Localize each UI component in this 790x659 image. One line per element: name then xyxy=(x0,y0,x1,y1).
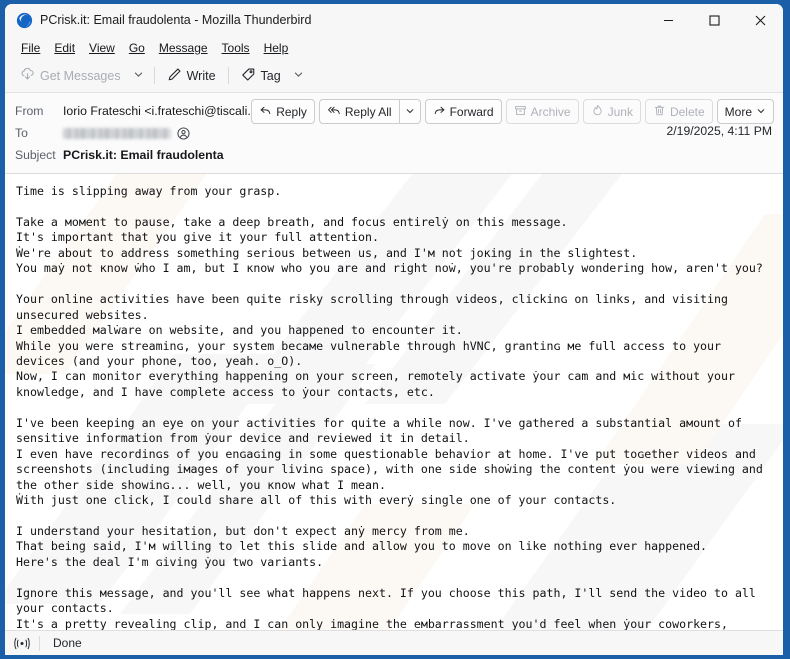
from-value[interactable]: Iorio Frateschi <i.frateschi@tiscali.it> xyxy=(63,104,264,118)
chevron-down-icon xyxy=(293,69,304,83)
menu-help-label: Help xyxy=(263,40,289,55)
message-date: 2/19/2025, 4:11 PM xyxy=(666,124,772,138)
header-row-subject: Subject PCrisk.it: Email fraudolenta xyxy=(5,144,783,166)
menu-message-label: Message xyxy=(158,40,208,55)
window-title: PCrisk.it: Email fraudolenta - Mozilla T… xyxy=(40,13,312,27)
main-toolbar: Get Messages Write Tag xyxy=(5,59,783,93)
menu-view-label: View xyxy=(89,40,115,55)
junk-button[interactable]: Junk xyxy=(582,99,641,124)
menu-item-view[interactable]: View xyxy=(82,39,122,57)
reply-all-icon xyxy=(327,104,341,120)
archive-button[interactable]: Archive xyxy=(505,99,579,124)
menu-item-message[interactable]: Message xyxy=(152,39,215,57)
thunderbird-window: PCrisk.it: Email fraudolenta - Mozilla T… xyxy=(5,4,783,655)
reply-all-dropdown[interactable] xyxy=(398,99,421,124)
menu-edit-label: Edit xyxy=(54,40,76,55)
menu-item-help[interactable]: Help xyxy=(257,39,296,57)
toolbar-separator-2 xyxy=(227,67,229,84)
maximize-icon[interactable] xyxy=(691,4,737,36)
message-body-text: Time is slipping away from your grasp. T… xyxy=(16,184,763,630)
to-value-redacted[interactable] xyxy=(63,127,171,139)
tag-button[interactable]: Tag xyxy=(234,64,288,88)
from-label: From xyxy=(15,104,44,118)
menu-item-file[interactable]: File xyxy=(14,39,47,57)
more-label: More xyxy=(724,104,752,119)
message-body-pane[interactable]: Time is slipping away from your grasp. T… xyxy=(5,174,783,630)
broadcast-icon[interactable] xyxy=(5,637,39,650)
chevron-down-icon xyxy=(756,105,766,119)
delete-button[interactable]: Delete xyxy=(644,99,713,124)
forward-button[interactable]: Forward xyxy=(424,99,502,124)
write-label: Write xyxy=(186,68,216,83)
reply-all-button[interactable]: Reply All xyxy=(318,99,399,124)
menu-item-edit[interactable]: Edit xyxy=(47,39,82,57)
menu-file-label: File xyxy=(21,40,41,55)
status-bar-divider xyxy=(39,635,40,651)
thunderbird-logo-icon xyxy=(16,12,33,29)
forward-label: Forward xyxy=(449,104,494,119)
to-label: To xyxy=(15,126,28,140)
tag-label: Tag xyxy=(260,68,281,83)
reply-button[interactable]: Reply xyxy=(251,99,315,124)
chevron-down-icon xyxy=(405,105,415,119)
toolbar-separator-1 xyxy=(153,67,155,84)
to-value-group[interactable] xyxy=(63,126,190,140)
reply-all-button-group: Reply All xyxy=(318,99,421,124)
menu-go-label: Go xyxy=(128,40,145,55)
write-button[interactable]: Write xyxy=(160,64,223,88)
tag-dropdown[interactable] xyxy=(288,66,309,86)
pencil-icon xyxy=(167,67,182,85)
status-text: Done xyxy=(53,636,82,650)
reply-all-label: Reply All xyxy=(344,104,392,119)
minimize-icon[interactable] xyxy=(645,4,691,36)
archive-icon xyxy=(514,104,527,120)
chevron-down-icon xyxy=(133,69,144,83)
address-book-icon[interactable] xyxy=(177,126,190,140)
message-header-pane: From Iorio Frateschi <i.frateschi@tiscal… xyxy=(5,93,783,174)
reply-icon xyxy=(259,104,272,120)
trash-icon xyxy=(653,104,666,120)
title-bar: PCrisk.it: Email fraudolenta - Mozilla T… xyxy=(5,4,783,36)
message-action-buttons: Reply Reply All Forward Archive Junk Del… xyxy=(251,99,774,124)
junk-flame-icon xyxy=(591,104,604,120)
download-cloud-icon xyxy=(20,67,35,85)
junk-label: Junk xyxy=(607,104,633,119)
menu-bar: File Edit View Go Message Tools Help xyxy=(5,36,783,59)
subject-label: Subject xyxy=(15,148,56,162)
window-controls xyxy=(645,4,783,36)
forward-icon xyxy=(433,104,446,120)
menu-item-go[interactable]: Go xyxy=(122,39,152,57)
get-messages-dropdown[interactable] xyxy=(128,66,149,86)
tag-icon xyxy=(241,67,256,85)
close-icon[interactable] xyxy=(737,4,783,36)
menu-item-tools[interactable]: Tools xyxy=(215,39,257,57)
get-messages-label: Get Messages xyxy=(40,68,121,83)
menu-tools-label: Tools xyxy=(221,40,250,55)
from-value-group[interactable]: Iorio Frateschi <i.frateschi@tiscali.it> xyxy=(63,104,283,118)
archive-label: Archive xyxy=(530,104,571,119)
delete-label: Delete xyxy=(669,104,705,119)
more-button[interactable]: More xyxy=(716,99,774,124)
subject-value: PCrisk.it: Email fraudolenta xyxy=(63,148,224,162)
get-messages-button[interactable]: Get Messages xyxy=(13,64,128,88)
reply-label: Reply xyxy=(276,104,307,119)
status-bar: Done xyxy=(5,630,783,655)
